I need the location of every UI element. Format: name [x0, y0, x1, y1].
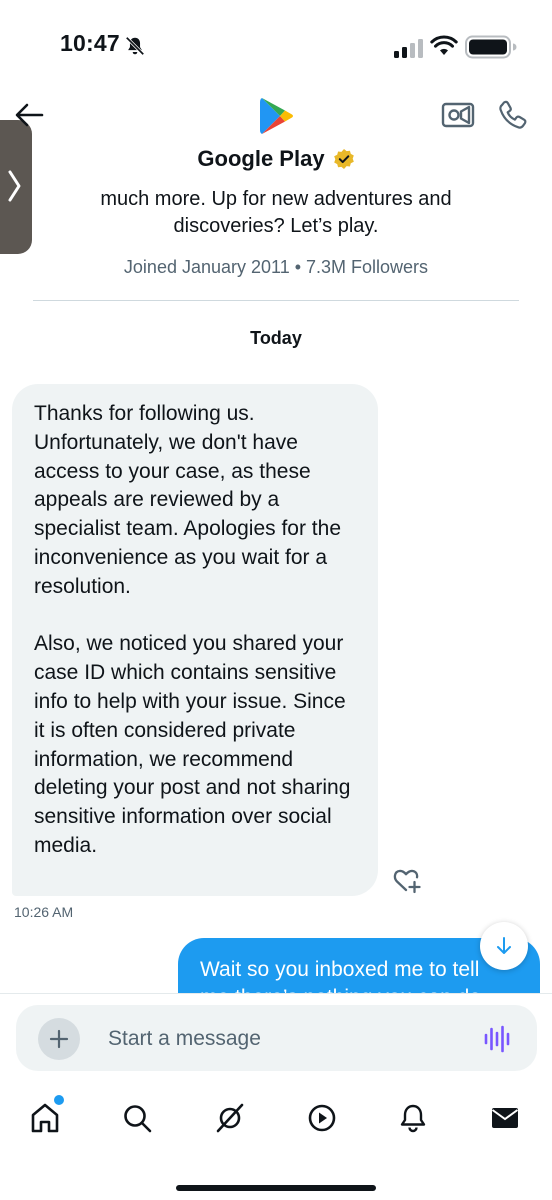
verified-badge-icon — [333, 149, 354, 169]
incoming-message-bubble[interactable]: Thanks for following us. Unfortunately, … — [12, 384, 378, 896]
video-icon — [308, 1104, 336, 1132]
tab-notifications[interactable] — [394, 1099, 432, 1137]
status-time: 10:47 — [60, 30, 120, 56]
battery-icon — [465, 35, 517, 59]
cellular-signal-icon — [394, 39, 423, 58]
voice-message-icon[interactable] — [483, 1024, 511, 1054]
google-play-logo[interactable] — [259, 96, 295, 136]
profile-bio: much more. Up for new adventures and dis… — [0, 186, 552, 240]
silent-mode-icon — [125, 36, 145, 56]
add-reaction-icon[interactable] — [392, 866, 422, 894]
tab-messages[interactable] — [486, 1099, 524, 1137]
arrow-down-icon — [497, 937, 511, 954]
add-media-button[interactable] — [38, 1018, 80, 1060]
phone-call-icon[interactable] — [497, 99, 529, 131]
scroll-to-bottom-button[interactable] — [480, 922, 528, 970]
back-arrow-icon[interactable] — [12, 98, 46, 132]
messages-icon — [491, 1108, 519, 1128]
notifications-icon — [400, 1104, 426, 1133]
tab-search[interactable] — [118, 1099, 156, 1137]
message-line: Wait so you inboxed me to tell — [200, 958, 480, 981]
message-timestamp: 10:26 AM — [14, 904, 74, 920]
search-icon — [124, 1105, 152, 1133]
message-composer[interactable] — [16, 1005, 537, 1071]
tab-video[interactable] — [303, 1099, 341, 1137]
notification-dot — [52, 1093, 66, 1107]
wifi-icon — [430, 35, 458, 55]
message-input[interactable]: Start a message — [108, 1027, 261, 1051]
profile-name: Google Play — [197, 146, 325, 171]
grok-icon — [216, 1103, 244, 1133]
plus-icon — [49, 1029, 69, 1049]
message-line: me there’s nothing you can do — [200, 984, 522, 993]
bio-line: discoveries? Let’s play. — [173, 215, 379, 237]
composer-divider — [0, 993, 552, 994]
profile-title[interactable]: Google Play — [0, 146, 552, 172]
message-paragraph: Also, we noticed you shared your case ID… — [34, 632, 351, 857]
home-indicator — [176, 1185, 376, 1191]
divider — [33, 300, 519, 301]
video-call-icon[interactable] — [441, 100, 475, 130]
joined-followers: Joined January 2011 • 7.3M Followers — [123, 257, 429, 277]
date-separator: Today — [250, 328, 302, 348]
message-paragraph: Thanks for following us. Unfortunately, … — [34, 402, 342, 598]
tab-grok[interactable] — [211, 1099, 249, 1137]
bio-line: much more. Up for new adventures and — [100, 188, 452, 210]
